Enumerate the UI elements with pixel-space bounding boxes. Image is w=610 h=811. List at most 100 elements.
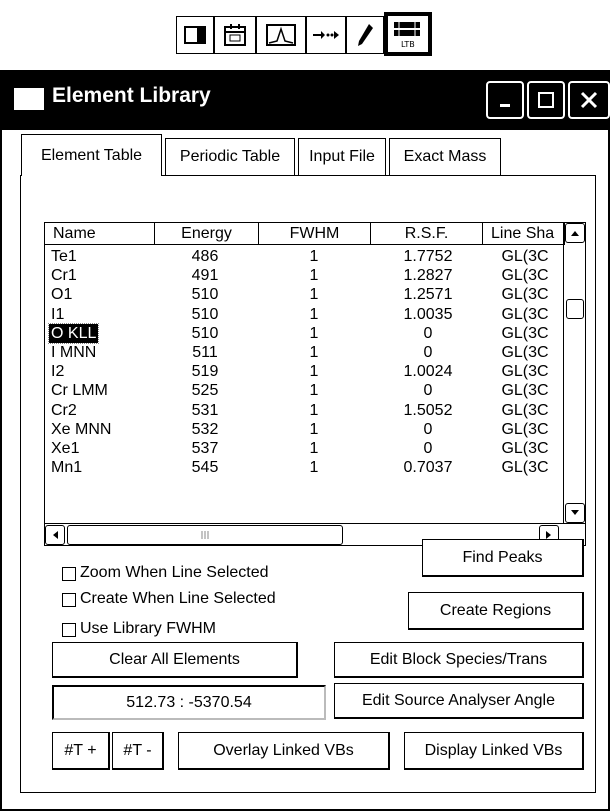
cursor-position-readout: 512.73 : -5370.54 <box>52 685 326 720</box>
row-fwhm: 1 <box>309 305 319 323</box>
scroll-down-button[interactable] <box>565 503 585 523</box>
row-fwhm: 1 <box>309 440 319 457</box>
column-header-name[interactable]: Name <box>45 223 155 245</box>
table-row[interactable]: Xe1 537 1 0 GL(3C <box>45 439 565 458</box>
row-energy: 510 <box>191 305 219 323</box>
zoom-when-selected-label: Zoom When Line Selected <box>80 564 269 581</box>
create-when-selected-label: Create When Line Selected <box>80 590 276 607</box>
row-fwhm: 1 <box>309 382 319 400</box>
row-name: Cr LMM <box>51 382 108 400</box>
row-fwhm: 1 <box>309 267 319 285</box>
tab-input-file[interactable]: Input File <box>298 138 386 175</box>
use-library-fwhm-checkbox[interactable] <box>62 623 76 637</box>
row-rsf: 1.5052 <box>403 401 453 419</box>
column-header-fwhm[interactable]: FWHM <box>259 223 371 245</box>
row-line-shape: GL(3C <box>501 267 549 285</box>
row-rsf: 0.7037 <box>403 459 453 477</box>
row-line-shape: GL(3C <box>501 324 549 342</box>
row-rsf: 0 <box>423 324 433 342</box>
row-line-shape: GL(3C <box>501 286 549 304</box>
table-row[interactable]: Mn1 545 1 0.7037 GL(3C <box>45 458 565 477</box>
row-energy: 531 <box>191 401 219 419</box>
row-fwhm: 1 <box>309 344 319 361</box>
library-icon-text: LTB <box>401 40 415 49</box>
close-button[interactable] <box>568 81 610 119</box>
table-row[interactable]: Cr1 491 1 1.2827 GL(3C <box>45 266 565 285</box>
row-fwhm: 1 <box>309 459 319 477</box>
row-energy: 510 <box>191 286 219 304</box>
clear-all-elements-button[interactable]: Clear All Elements <box>52 642 298 678</box>
tab-element-table[interactable]: Element Table <box>21 134 162 176</box>
row-name: I1 <box>51 305 65 323</box>
row-name: I MNN <box>51 344 97 361</box>
element-table-list[interactable]: Name Energy FWHM R.S.F. Line Sha Te1 486 1… <box>44 222 586 546</box>
create-when-selected-checkbox[interactable] <box>62 593 76 607</box>
row-line-shape: GL(3C <box>501 459 549 477</box>
column-header-energy[interactable]: Energy <box>155 223 259 245</box>
tab-exact-mass[interactable]: Exact Mass <box>389 138 501 175</box>
row-fwhm: 1 <box>309 324 319 342</box>
table-row[interactable]: Cr2 531 1 1.5052 GL(3C <box>45 401 565 420</box>
minimize-button[interactable] <box>486 81 524 119</box>
row-rsf: 1.0035 <box>403 305 453 323</box>
row-rsf: 0 <box>423 382 433 400</box>
zoom-when-selected-checkbox[interactable] <box>62 567 76 581</box>
overlay-linked-vbs-button[interactable]: Overlay Linked VBs <box>178 732 390 770</box>
table-row[interactable]: I MNN 511 1 0 GL(3C <box>45 343 565 362</box>
horizontal-scroll-thumb[interactable] <box>67 525 343 545</box>
table-row[interactable]: Xe MNN 532 1 0 GL(3C <box>45 420 565 439</box>
row-rsf: 1.2571 <box>403 286 453 304</box>
row-energy: 511 <box>192 344 218 361</box>
row-name: Xe1 <box>51 440 80 457</box>
create-regions-button[interactable]: Create Regions <box>408 592 584 630</box>
row-name: Mn1 <box>51 459 83 477</box>
row-energy: 525 <box>191 382 219 400</box>
table-row[interactable]: Te1 486 1 1.7752 GL(3C <box>45 247 565 266</box>
edit-source-analyser-angle-button[interactable]: Edit Source Analyser Angle <box>334 683 584 719</box>
peak-icon[interactable] <box>256 16 306 54</box>
row-line-shape: GL(3C <box>501 420 549 438</box>
row-rsf: 0 <box>423 440 433 457</box>
calendar-icon[interactable] <box>214 16 256 54</box>
row-fwhm: 1 <box>309 286 319 304</box>
row-name: I2 <box>51 363 65 381</box>
window-icon <box>14 88 44 110</box>
table-row[interactable]: Cr LMM 525 1 0 GL(3C <box>45 381 565 400</box>
column-header-rsf[interactable]: R.S.F. <box>371 223 483 245</box>
t-minus-button[interactable]: #T - <box>112 732 164 770</box>
find-peaks-button[interactable]: Find Peaks <box>422 539 584 577</box>
row-energy: 491 <box>191 267 219 285</box>
table-row[interactable]: I1 510 1 1.0035 GL(3C <box>45 305 565 324</box>
row-line-shape: GL(3C <box>501 248 549 265</box>
panel-icon[interactable] <box>176 16 214 54</box>
table-row[interactable]: O1 510 1 1.2571 GL(3C <box>45 285 565 304</box>
row-energy: 510 <box>191 324 219 342</box>
scroll-up-button[interactable] <box>565 223 585 243</box>
column-header-line-shape[interactable]: Line Sha <box>483 223 565 245</box>
arrow-dots-icon[interactable] <box>306 16 346 54</box>
row-line-shape: GL(3C <box>501 344 549 361</box>
row-rsf: 1.0024 <box>403 363 453 381</box>
row-line-shape: GL(3C <box>501 305 549 323</box>
row-fwhm: 1 <box>309 363 319 381</box>
vertical-scroll-thumb[interactable] <box>566 299 584 319</box>
t-plus-button[interactable]: #T + <box>52 732 110 770</box>
scroll-left-button[interactable] <box>45 525 65 545</box>
element-library-icon[interactable]: LTB <box>384 12 432 56</box>
pencil-icon[interactable] <box>346 16 384 54</box>
row-name: Cr1 <box>51 267 77 285</box>
row-name: O1 <box>51 286 73 304</box>
edit-block-species-button[interactable]: Edit Block Species/Trans <box>334 642 584 678</box>
row-fwhm: 1 <box>309 401 319 419</box>
row-energy: 519 <box>191 363 219 381</box>
row-name: Cr2 <box>51 401 77 419</box>
row-energy: 532 <box>191 420 219 438</box>
table-row[interactable]: I2 519 1 1.0024 GL(3C <box>45 362 565 381</box>
maximize-button[interactable] <box>527 81 565 119</box>
table-row[interactable]: O KLL 510 1 0 GL(3C <box>45 322 565 344</box>
row-energy: 537 <box>191 440 219 457</box>
display-linked-vbs-button[interactable]: Display Linked VBs <box>404 732 584 770</box>
tab-periodic-table[interactable]: Periodic Table <box>165 138 295 175</box>
vertical-scrollbar[interactable] <box>563 223 585 523</box>
row-rsf: 1.2827 <box>403 267 453 285</box>
